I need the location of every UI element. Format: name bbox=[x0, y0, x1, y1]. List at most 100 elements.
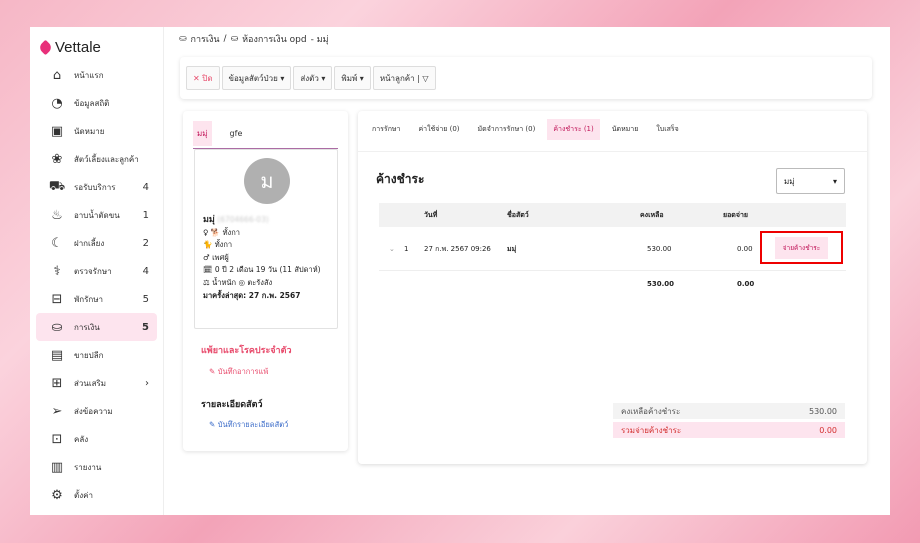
sidebar-item-9[interactable]: ⛀ การเงิน 5 bbox=[36, 313, 157, 341]
sidebar-item-0[interactable]: ⌂ หน้าแรก bbox=[36, 61, 157, 89]
tab-treatment[interactable]: การรักษา bbox=[366, 119, 406, 140]
tab-deposit[interactable]: มัดจำการรักษา (0) bbox=[472, 119, 542, 140]
pet-id: (6704666-03) bbox=[217, 215, 269, 224]
tab-pet-1[interactable]: มมุ่ bbox=[193, 121, 212, 146]
add-allergy-link[interactable]: ✎ บันทึกอาการแพ้ bbox=[209, 366, 268, 378]
pencil-icon: ✎ bbox=[209, 367, 216, 376]
car-icon: ⛟ bbox=[48, 178, 66, 194]
summary-total-label: รวมจ่ายค้างชำระ bbox=[621, 425, 682, 435]
home-icon: ⌂ bbox=[52, 67, 62, 83]
tab-receipts[interactable]: ใบเสร็จ bbox=[650, 119, 684, 140]
row-remaining: 530.00 bbox=[647, 245, 672, 253]
sidebar-item-10[interactable]: ▤ ขายปลีก bbox=[36, 341, 157, 369]
sidebar-nav: ⌂ หน้าแรก ◔ ข้อมูลสถิติ ▣ นัดหมาย ❀ สัตว์เลี้ยง… bbox=[30, 61, 163, 509]
pet-card: ม มมุ่ (6704666-03) ♀ 🐕 ทั้งกา 🐈 ทั้งกา … bbox=[194, 149, 338, 329]
pet-details: มมุ่ (6704666-03) ♀ 🐕 ทั้งกา 🐈 ทั้งกา ♂ … bbox=[203, 214, 321, 302]
sidebar-item-12[interactable]: ➢ ส่งข้อความ bbox=[36, 397, 157, 425]
sidebar-item-label: สัตว์เลี้ยงและลูกค้า bbox=[74, 154, 139, 164]
gear-icon: ⚙ bbox=[51, 487, 63, 503]
sidebar-item-label: หน้าแรก bbox=[74, 70, 104, 80]
add-details-link[interactable]: ✎ บันทึกรายละเอียดสัตว์ bbox=[209, 419, 288, 431]
sidebar-item-label: ข้อมูลสถิติ bbox=[74, 98, 110, 108]
sidebar-item-6[interactable]: ☾ ฝากเลี้ยง 2 bbox=[36, 229, 157, 257]
table-total-row: 530.00 0.00 bbox=[379, 271, 846, 297]
total-paid: 0.00 bbox=[737, 280, 755, 288]
allergy-title: แพ้ยาและโรคประจำตัว bbox=[201, 346, 292, 356]
sidebar-item-label: ตรวจรักษา bbox=[74, 266, 112, 276]
sidebar-item-7[interactable]: ⚕ ตรวจรักษา 4 bbox=[36, 257, 157, 285]
sidebar-item-count: 5 bbox=[142, 293, 149, 305]
pet-info-button[interactable]: ข้อมูลสัตว์ป่วย ▾ bbox=[221, 66, 292, 90]
toolbar: ✕ ปิด ข้อมูลสัตว์ป่วย ▾ ส่งตัว ▾ พิมพ์ ▾… bbox=[180, 57, 872, 99]
summary-remaining: คงเหลือค้างชำระ 530.00 bbox=[613, 403, 845, 419]
tab-pet-2[interactable]: gfe bbox=[226, 123, 247, 144]
row-no: 1 bbox=[404, 245, 409, 253]
pet-tabs: มมุ่ gfe bbox=[193, 119, 338, 149]
tab-outstanding[interactable]: ค้างชำระ (1) bbox=[547, 118, 600, 140]
breadcrumb-opd[interactable]: ห้องการเงิน opd bbox=[242, 32, 307, 46]
sidebar-item-label: รอรับบริการ bbox=[74, 182, 116, 192]
refer-button[interactable]: ส่งตัว ▾ bbox=[293, 66, 333, 90]
breadcrumb-pet: - มมุ่ bbox=[310, 35, 329, 45]
cash-register-icon: ▤ bbox=[50, 347, 64, 363]
row-paid: 0.00 bbox=[737, 245, 753, 253]
hand-coin-icon: ⛀ bbox=[179, 34, 187, 44]
customer-page-button[interactable]: หน้าลูกค้า | ▽ bbox=[372, 66, 436, 90]
sidebar-item-label: ส่วนเสริม bbox=[74, 378, 107, 388]
app-name: Vettale bbox=[55, 38, 101, 56]
summary-remaining-value: 530.00 bbox=[809, 406, 837, 416]
pet-age: 🗓 0 ปี 2 เดือน 19 วัน (11 สัปดาห์) bbox=[203, 265, 321, 275]
pay-outstanding-button[interactable]: จ่ายค้างชำระ bbox=[760, 231, 843, 264]
sidebar-item-label: คลัง bbox=[74, 434, 89, 444]
sidebar-item-2[interactable]: ▣ นัดหมาย bbox=[36, 117, 157, 145]
calendar-icon: ▣ bbox=[50, 123, 64, 139]
billing-tabs: การรักษา ค่าใช้จ่าย (0) มัดจำการรักษา (0… bbox=[366, 118, 685, 140]
pet-species: ♀ 🐕 ทั้งกา bbox=[203, 227, 240, 237]
report-icon: ▥ bbox=[50, 459, 64, 475]
details-title: รายละเอียดสัตว์ bbox=[201, 400, 263, 410]
hand-coin-icon: ⛀ bbox=[230, 34, 239, 44]
row-date: 27 ก.พ. 2567 09:26 bbox=[424, 245, 491, 253]
logo-icon bbox=[37, 39, 54, 55]
page-title: ค้างชำระ bbox=[376, 172, 425, 186]
sidebar-item-1[interactable]: ◔ ข้อมูลสถิติ bbox=[36, 89, 157, 117]
plus-box-icon: ⊞ bbox=[51, 375, 63, 391]
header-remaining: คงเหลือ bbox=[640, 211, 664, 219]
summary-total: รวมจ่ายค้างชำระ 0.00 bbox=[613, 422, 845, 438]
expand-chevron-icon[interactable]: ⌄ bbox=[389, 227, 395, 271]
archive-icon: ⊡ bbox=[51, 431, 63, 447]
header-paid: ยอดจ่าย bbox=[723, 211, 748, 219]
outstanding-panel: ค้างชำระ มมุ่ ▾ วันที่ ชื่อสัตว์ คงเหลือ … bbox=[358, 151, 867, 464]
pet-name: มมุ่ bbox=[203, 215, 215, 225]
tab-appointments[interactable]: นัดหมาย bbox=[606, 119, 645, 140]
header-date: วันที่ bbox=[424, 211, 438, 219]
breadcrumb-finance[interactable]: การเงิน bbox=[191, 32, 220, 46]
sidebar-item-15[interactable]: ⚙ ตั้งค่า bbox=[36, 481, 157, 509]
sidebar-item-count: › bbox=[145, 377, 149, 389]
sidebar-item-3[interactable]: ❀ สัตว์เลี้ยงและลูกค้า bbox=[36, 145, 157, 173]
paw-icon: ❀ bbox=[51, 151, 63, 167]
sidebar-item-14[interactable]: ▥ รายงาน bbox=[36, 453, 157, 481]
close-button[interactable]: ✕ ปิด bbox=[186, 66, 220, 90]
sidebar-item-count: 4 bbox=[142, 265, 149, 277]
sidebar-item-label: พักรักษา bbox=[74, 294, 104, 304]
summary-remaining-label: คงเหลือค้างชำระ bbox=[621, 406, 681, 416]
sidebar-item-4[interactable]: ⛟ รอรับบริการ 4 bbox=[36, 173, 157, 201]
header-pet: ชื่อสัตว์ bbox=[507, 211, 529, 219]
total-remaining: 530.00 bbox=[647, 280, 675, 288]
bed-icon: ⊟ bbox=[51, 291, 63, 307]
tab-expenses[interactable]: ค่าใช้จ่าย (0) bbox=[412, 119, 465, 140]
table-header: วันที่ ชื่อสัตว์ คงเหลือ ยอดจ่าย bbox=[379, 203, 846, 227]
app-window: Vettale ⌂ หน้าแรก ◔ ข้อมูลสถิติ ▣ นัดหมาย ❀ สัต… bbox=[30, 27, 890, 515]
sidebar-item-13[interactable]: ⊡ คลัง bbox=[36, 425, 157, 453]
sidebar-item-count: 4 bbox=[142, 181, 149, 193]
sidebar-item-label: ฝากเลี้ยง bbox=[74, 238, 105, 248]
sidebar-item-8[interactable]: ⊟ พักรักษา 5 bbox=[36, 285, 157, 313]
print-button[interactable]: พิมพ์ ▾ bbox=[334, 66, 371, 90]
sidebar-item-11[interactable]: ⊞ ส่วนเสริม › bbox=[36, 369, 157, 397]
sidebar-item-5[interactable]: ♨ อาบน้ำตัดขน 1 bbox=[36, 201, 157, 229]
pet-select[interactable]: มมุ่ ▾ bbox=[776, 168, 845, 194]
row-pet: มมุ่ bbox=[507, 245, 517, 253]
logo[interactable]: Vettale bbox=[37, 38, 163, 56]
breadcrumb-separator: / bbox=[223, 34, 227, 44]
